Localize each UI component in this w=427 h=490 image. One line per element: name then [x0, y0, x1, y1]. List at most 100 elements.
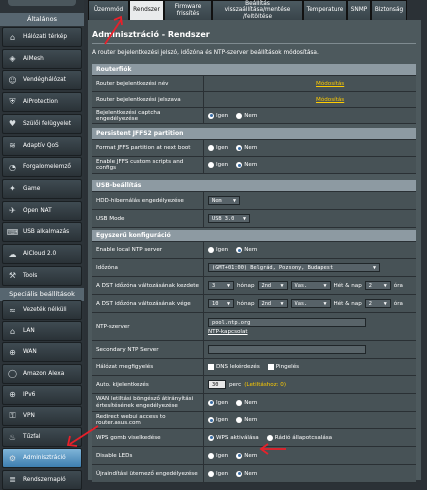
timezone-select[interactable]: (GMT+01:00) Belgrád, Pozsony, Budapest ▼ — [208, 263, 380, 272]
redirect-webui-no-radio[interactable]: Nem — [236, 417, 257, 423]
sidebar-item-aicloud-2-0[interactable]: ☁ AiCloud 2.0 — [2, 244, 82, 264]
jffs-scripts-yes-radio[interactable]: Igen — [208, 162, 228, 168]
leds-yes-radio[interactable]: Igen — [208, 452, 228, 459]
sidebar-item-label: AiProtection — [23, 99, 58, 106]
dst-start-day-unit: Hét & nap — [333, 282, 362, 289]
dst-start-label: A DST időzóna változásának kezdete — [92, 277, 204, 294]
sidebar-item-forgalomelemző[interactable]: ◔ Forgalomelemző — [2, 157, 82, 178]
reboot-scheduler-label: Újraindítási ütemező engedélyezése — [92, 465, 204, 482]
sidebar-item-label: IPv6 — [23, 391, 36, 398]
wan-redirect-yes-radio[interactable]: Igen — [208, 399, 228, 406]
sidebar-item-usb-alkalmazás[interactable]: ⌨ USB alkalmazás — [2, 222, 82, 243]
sidebar-item-lan[interactable]: ⌂ LAN — [2, 321, 82, 342]
aimesh-icon: ◈ — [9, 54, 16, 64]
jffs-format-row: Format JFFS partition at next boot Igen … — [92, 140, 416, 157]
network-monitor-label: Hálózat megfigyelés — [92, 359, 204, 375]
reboot-no-radio[interactable]: Nem — [236, 470, 257, 477]
title-divider — [92, 43, 416, 44]
dst-start-day-select[interactable]: Vas. ▼ — [290, 281, 331, 290]
qos-icon: ≋ — [9, 141, 16, 150]
local-ntp-yes-radio[interactable]: Igen — [208, 247, 228, 253]
wan-redirect-no-radio[interactable]: Nem — [236, 399, 257, 406]
dst-end-month-unit: hónap — [237, 300, 255, 307]
sidebar-item-vezeték-nélküli[interactable]: ≈ Vezeték nélküli — [2, 300, 82, 320]
captcha-yes-radio[interactable]: Igen — [208, 112, 228, 119]
jffs-scripts-label: Enable JFFS custom scripts and configs — [92, 157, 204, 173]
sidebar-item-aiprotection[interactable]: ⛨ AiProtection — [2, 92, 82, 113]
sidebar-item-ipv6[interactable]: ⊕ IPv6 — [2, 384, 82, 405]
disable-leds-row: Disable LEDs Igen Nem — [92, 447, 416, 465]
reboot-scheduler-row: Újraindítási ütemező engedélyezése Igen … — [92, 465, 416, 483]
tab-firmware-upgrade[interactable]: Firmware frissítés — [164, 0, 212, 20]
tab-restore-save-upload[interactable]: Beállítás visszaállítása/mentése /feltöl… — [212, 0, 303, 20]
login-password-modify-link[interactable]: Módosítás — [316, 97, 344, 103]
sidebar-item-game[interactable]: ✦ Game — [2, 178, 82, 199]
usb-mode-select[interactable]: USB 3.0 ▼ — [208, 214, 250, 223]
ping-checkbox[interactable]: Pingelés — [267, 364, 299, 370]
auto-logout-input[interactable]: 30 — [208, 380, 226, 389]
jffs-format-yes-radio[interactable]: Igen — [208, 145, 228, 151]
reboot-yes-radio[interactable]: Igen — [208, 470, 228, 477]
captcha-no-radio[interactable]: Nem — [236, 112, 257, 119]
hibernation-select[interactable]: Nem ▼ — [208, 196, 240, 205]
sidebar: Általános ⌂ Hálózati térkép ◈ AiMesh ☺ Vendég… — [0, 0, 84, 490]
usb-mode-row: USB Mode USB 3.0 ▼ — [92, 210, 416, 228]
dst-end-week-select[interactable]: 2nd ▼ — [257, 299, 288, 308]
sidebar-item-label: VPN — [23, 413, 35, 419]
dst-start-hour-select[interactable]: 2 ▼ — [364, 281, 391, 290]
sidebar-item-label: Forgalomelemző — [23, 164, 71, 171]
local-ntp-no-radio[interactable]: Nem — [236, 247, 257, 253]
dst-end-month-select[interactable]: 10 ▼ — [208, 299, 234, 308]
sidebar-item-adaptív-qos[interactable]: ≋ Adaptív QoS — [2, 135, 82, 156]
sidebar-item-szülői-felügyelet[interactable]: ♥ Szülői felügyelet — [2, 113, 82, 134]
ntp-server-row: NTP-szerver pool.ntp.org NTP-kapcsolat — [92, 313, 416, 341]
sidebar-item-label: Vezeték nélküli — [23, 307, 67, 313]
local-ntp-row: Enable local NTP server Igen Nem — [92, 242, 416, 259]
jffs-format-no-radio[interactable]: Nem — [236, 145, 257, 151]
tab-system[interactable]: Rendszer — [129, 0, 164, 20]
annotation-arrow-leds — [259, 443, 286, 455]
leds-no-radio[interactable]: Nem — [236, 452, 257, 459]
dst-end-day-select[interactable]: Vas. ▼ — [290, 299, 331, 308]
sidebar-item-aimesh[interactable]: ◈ AiMesh — [2, 48, 82, 69]
secondary-ntp-label: Secondary NTP Server — [92, 341, 204, 358]
ntp-link[interactable]: NTP-kapcsolat — [208, 329, 248, 335]
wps-activate-radio[interactable]: WPS aktiválása — [208, 434, 259, 441]
sidebar-item-amazon-alexa[interactable]: ◯ Amazon Alexa — [2, 363, 82, 384]
auto-logout-unit: perc — [229, 381, 242, 388]
dst-start-month-select[interactable]: 3 ▼ — [208, 281, 234, 290]
tab-temperature[interactable]: Temperature — [303, 0, 347, 20]
dns-query-checkbox[interactable]: DNS lekérdezés — [208, 364, 260, 370]
jffs-scripts-no-radio[interactable]: Nem — [236, 162, 257, 168]
redirect-webui-row: Redirect webui access to router.asus.com… — [92, 412, 416, 429]
misc-table: Egyszerű konfiguráció Enable local NTP s… — [92, 230, 416, 483]
wps-button-row: WPS gomb viselkedése WPS aktiválása Rádi… — [92, 429, 416, 447]
usb-hibernation-label: HDD-hibernálás engedélyezése — [92, 192, 204, 209]
ntp-server-input[interactable]: pool.ntp.org — [208, 318, 366, 327]
section-header-jffs: Persistent JFFS2 partition — [92, 128, 416, 140]
sidebar-top-button[interactable] — [8, 0, 76, 6]
sidebar-item-hálózati-térkép[interactable]: ⌂ Hálózati térkép — [2, 27, 82, 47]
tab-security[interactable]: Biztonság — [371, 0, 407, 20]
dst-end-hour-select[interactable]: 2 ▼ — [364, 299, 391, 308]
redirect-webui-yes-radio[interactable]: Igen — [208, 417, 228, 423]
wan-icon: ⊕ — [9, 347, 16, 357]
sidebar-item-tools[interactable]: ⚒ Tools — [2, 265, 82, 286]
disable-leds-label: Disable LEDs — [92, 447, 204, 464]
tab-snmp[interactable]: SNMP — [347, 0, 371, 20]
sidebar-item-wan[interactable]: ⊕ WAN — [2, 342, 82, 363]
open-nat-icon: ✈ — [9, 206, 16, 216]
sidebar-item-open-nat[interactable]: ✈ Open NAT — [2, 200, 82, 221]
wps-radio-toggle-radio[interactable]: Rádió állapotcsalása — [266, 434, 332, 441]
secondary-ntp-input[interactable] — [208, 345, 366, 354]
captcha-label: Bejelentkezési captcha engedélyezése — [92, 108, 204, 123]
auto-logout-note: (Letiltáshoz: 0) — [244, 381, 287, 388]
firewall-icon: ♨ — [8, 432, 17, 442]
sidebar-item-label: Game — [23, 185, 41, 192]
dst-start-week-select[interactable]: 2nd ▼ — [257, 281, 288, 290]
sidebar-item-adminisztráció[interactable]: ⚙ Adminisztráció — [2, 448, 82, 469]
sidebar-item-vendéghálózat[interactable]: ☺ Vendéghálózat — [2, 70, 82, 91]
ipv6-icon: ⊕ — [9, 390, 16, 400]
sidebar-item-label: Adminisztráció — [23, 455, 66, 462]
login-name-modify-link[interactable]: Módosítás — [316, 81, 344, 87]
